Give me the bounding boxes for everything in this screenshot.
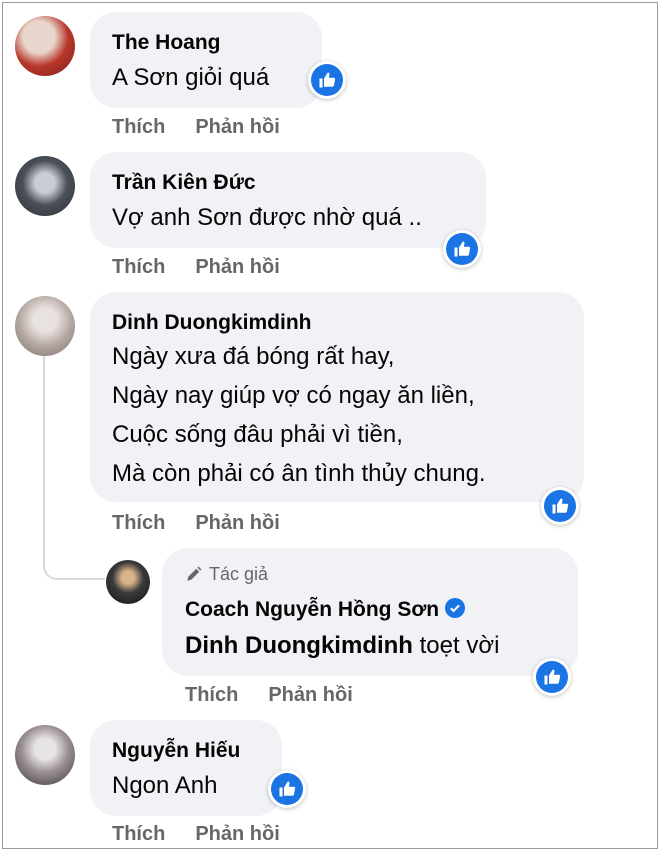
like-button[interactable]: Thích: [185, 684, 238, 706]
comment-author[interactable]: Trần Kiên Đức: [112, 171, 256, 195]
avatar-tran-kien-duc[interactable]: [15, 156, 75, 216]
mention-link[interactable]: Dinh Duongkimdinh: [185, 632, 413, 659]
like-button[interactable]: Thích: [112, 512, 165, 534]
like-reaction[interactable]: [268, 770, 306, 808]
like-reaction[interactable]: [541, 487, 579, 525]
comment-author[interactable]: Dinh Duongkimdinh: [112, 311, 311, 335]
like-icon: [544, 669, 561, 685]
like-reaction[interactable]: [308, 61, 346, 99]
comment-text: Vợ anh Sơn được nhờ quá ..: [112, 204, 422, 231]
reply-button[interactable]: Phản hồi: [195, 512, 279, 534]
comment-text: A Sơn giỏi quá: [112, 64, 270, 91]
avatar-dinh-duongkimdinh[interactable]: [15, 296, 75, 356]
comment-line: Ngày xưa đá bóng rất hay,: [112, 343, 395, 370]
comment-author[interactable]: The Hoang: [112, 31, 221, 55]
author-badge-label: Tác giả: [209, 564, 269, 584]
reply-button[interactable]: Phản hồi: [195, 116, 279, 138]
reply-body: toẹt vời: [412, 632, 500, 659]
reply-text: Dinh Duongkimdinh toẹt vời: [185, 632, 499, 660]
comment-line: Cuộc sống đâu phải vì tiền,: [112, 421, 403, 448]
like-reaction[interactable]: [443, 230, 481, 268]
comment-bubble-2: [90, 152, 486, 248]
reply-button[interactable]: Phản hồi: [195, 823, 279, 845]
like-button[interactable]: Thích: [112, 116, 165, 138]
like-icon: [319, 72, 336, 88]
reply-author-name[interactable]: Coach Nguyễn Hồng Sơn: [185, 598, 439, 621]
reply-author[interactable]: Coach Nguyễn Hồng Sơn: [185, 598, 466, 622]
comment-actions: Thích Phản hồi: [112, 256, 280, 279]
avatar-nguyen-hieu[interactable]: [15, 725, 75, 785]
verified-check-icon: [445, 598, 466, 618]
like-icon: [552, 498, 569, 514]
reply-button[interactable]: Phản hồi: [195, 256, 279, 278]
reply-actions: Thích Phản hồi: [185, 684, 353, 707]
like-button[interactable]: Thích: [112, 256, 165, 278]
comment-line: Ngày nay giúp vợ có ngay ăn liền,: [112, 382, 475, 409]
comment-bubble-1: [90, 12, 322, 108]
avatar-the-hoang[interactable]: [15, 16, 75, 76]
like-reaction[interactable]: [533, 658, 571, 696]
like-icon: [454, 241, 471, 257]
pen-icon: [187, 566, 202, 581]
like-button[interactable]: Thích: [112, 823, 165, 845]
reply-button[interactable]: Phản hồi: [268, 684, 352, 706]
comment-actions: Thích Phản hồi: [112, 823, 280, 846]
comment-bubble-4: [90, 720, 282, 816]
comment-actions: Thích Phản hồi: [112, 116, 280, 139]
comment-line: Mà còn phải có ân tình thủy chung.: [112, 460, 486, 487]
avatar-coach-nguyen-hong-son[interactable]: [106, 560, 150, 604]
author-badge: Tác giả: [185, 564, 268, 585]
comment-actions: Thích Phản hồi: [112, 512, 280, 535]
comment-author[interactable]: Nguyễn Hiếu: [112, 739, 240, 763]
like-icon: [279, 781, 296, 797]
comment-text: Ngon Anh: [112, 772, 218, 799]
